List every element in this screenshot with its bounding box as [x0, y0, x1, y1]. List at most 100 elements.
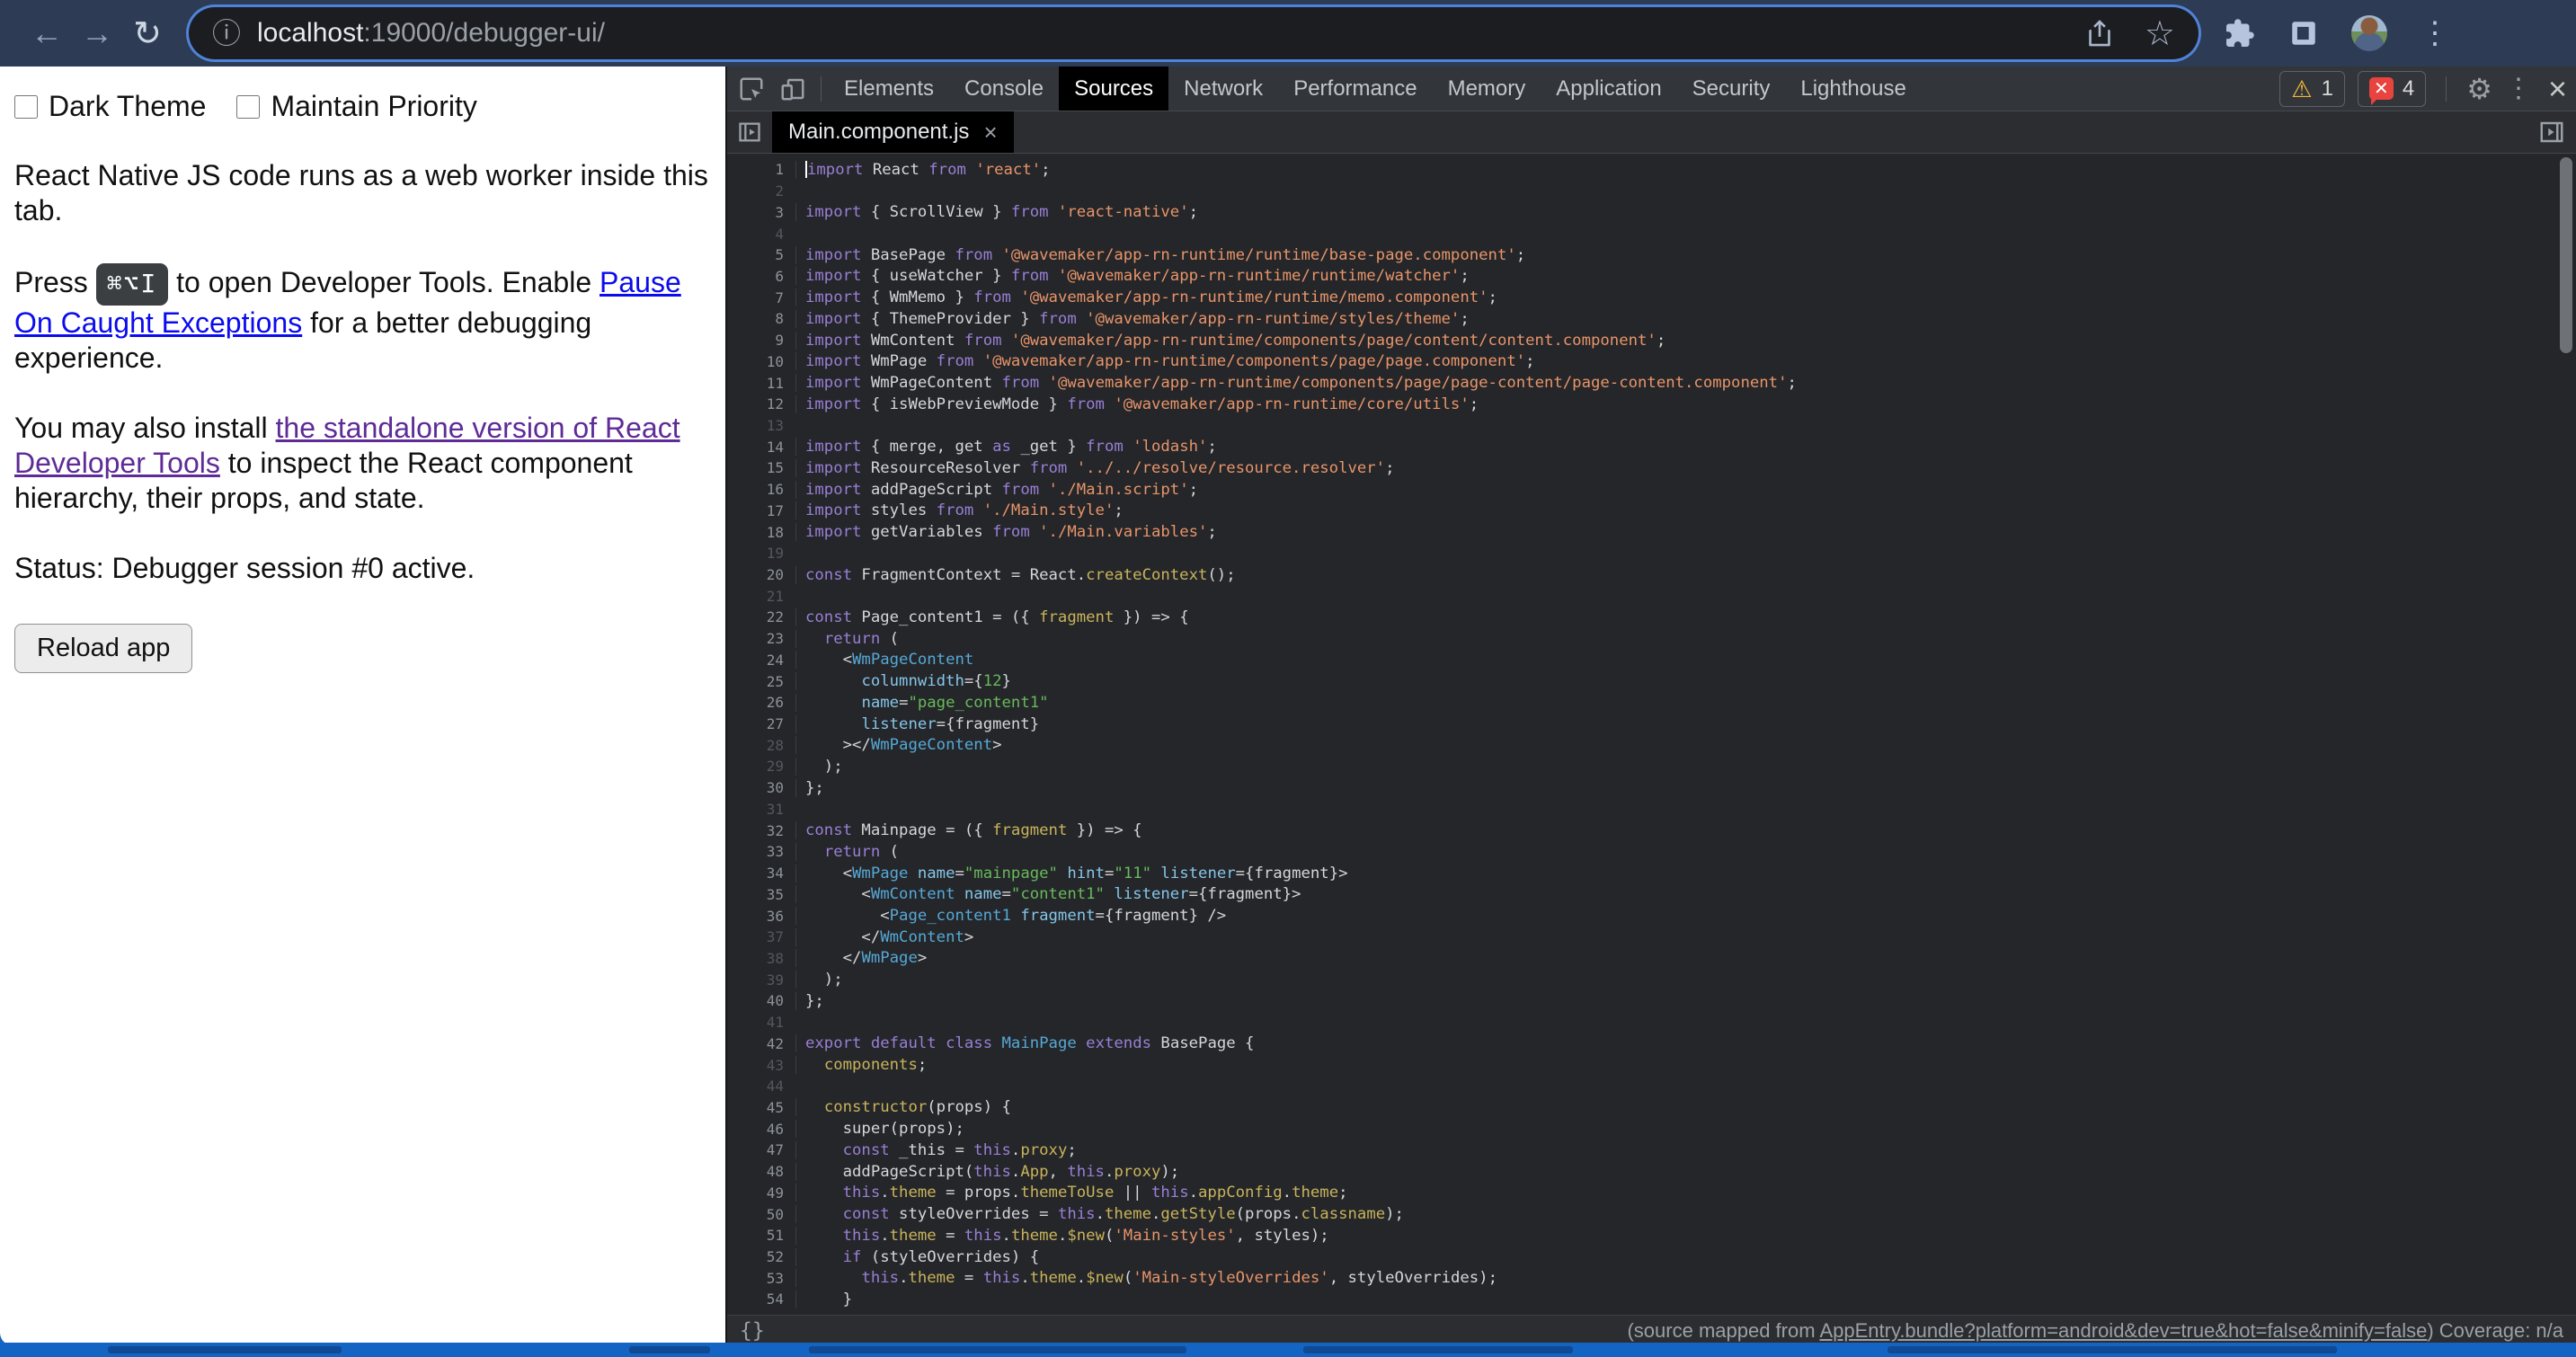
code-text[interactable]: <WmPageContent: [795, 651, 2576, 669]
code-text[interactable]: import { ThemeProvider } from '@wavemake…: [795, 310, 2576, 328]
line-number[interactable]: 18: [727, 524, 795, 541]
code-text[interactable]: import React from 'react';: [795, 161, 2576, 179]
line-number[interactable]: 53: [727, 1270, 795, 1287]
code-text[interactable]: return (: [795, 843, 2576, 861]
line-number[interactable]: 39: [727, 971, 795, 989]
line-number[interactable]: 33: [727, 843, 795, 860]
code-text[interactable]: import ResourceResolver from '../../reso…: [795, 459, 2576, 477]
line-number[interactable]: 10: [727, 353, 795, 370]
code-text[interactable]: };: [795, 992, 2576, 1010]
line-number[interactable]: 4: [727, 226, 795, 243]
code-text[interactable]: const Page_content1 = ({ fragment }) => …: [795, 608, 2576, 626]
back-icon[interactable]: ←: [22, 8, 72, 58]
maintain-priority-checkbox[interactable]: [236, 95, 260, 119]
line-number[interactable]: 5: [727, 246, 795, 263]
line-number[interactable]: 48: [727, 1163, 795, 1180]
code-text[interactable]: };: [795, 779, 2576, 797]
side-panel-icon[interactable]: [2288, 18, 2319, 49]
code-text[interactable]: import { ScrollView } from 'react-native…: [795, 203, 2576, 221]
line-number[interactable]: 12: [727, 395, 795, 412]
line-number[interactable]: 50: [727, 1206, 795, 1223]
line-number[interactable]: 31: [727, 801, 795, 818]
code-text[interactable]: if (styleOverrides) {: [795, 1248, 2576, 1266]
code-editor[interactable]: 1import React from 'react';23import { Sc…: [727, 154, 2576, 1315]
devtools-tab-performance[interactable]: Performance: [1278, 67, 1432, 111]
code-text[interactable]: listener={fragment}: [795, 715, 2576, 733]
code-text[interactable]: return (: [795, 630, 2576, 648]
devtools-menu-icon[interactable]: ⋮: [2505, 73, 2532, 104]
line-number[interactable]: 25: [727, 673, 795, 690]
line-number[interactable]: 27: [727, 715, 795, 732]
line-number[interactable]: 22: [727, 608, 795, 625]
code-text[interactable]: );: [795, 971, 2576, 989]
devtools-tab-elements[interactable]: Elements: [829, 67, 949, 111]
line-number[interactable]: 52: [727, 1248, 795, 1265]
code-text[interactable]: import WmContent from '@wavemaker/app-rn…: [795, 332, 2576, 350]
code-text[interactable]: <Page_content1 fragment={fragment} />: [795, 907, 2576, 925]
line-number[interactable]: 51: [727, 1227, 795, 1244]
reload-icon[interactable]: ↻: [122, 8, 173, 58]
line-number[interactable]: 35: [727, 886, 795, 903]
bookmark-star-icon[interactable]: ☆: [2145, 13, 2175, 54]
line-number[interactable]: 30: [727, 779, 795, 796]
devtools-tab-application[interactable]: Application: [1541, 67, 1676, 111]
line-number[interactable]: 14: [727, 439, 795, 456]
line-number[interactable]: 45: [727, 1099, 795, 1116]
line-number[interactable]: 16: [727, 481, 795, 498]
line-number[interactable]: 24: [727, 652, 795, 669]
line-number[interactable]: 26: [727, 694, 795, 711]
code-text[interactable]: super(props);: [795, 1120, 2576, 1138]
browser-menu-icon[interactable]: ⋮: [2420, 15, 2450, 51]
line-number[interactable]: 37: [727, 928, 795, 945]
code-text[interactable]: import { merge, get as _get } from 'loda…: [795, 438, 2576, 456]
pretty-print-icon[interactable]: {}: [740, 1319, 765, 1343]
code-text[interactable]: const styleOverrides = this.theme.getSty…: [795, 1205, 2576, 1223]
site-info-icon[interactable]: ⓘ: [212, 19, 241, 48]
code-text[interactable]: const _this = this.proxy;: [795, 1141, 2576, 1159]
code-text[interactable]: </WmContent>: [795, 928, 2576, 946]
devtools-tab-memory[interactable]: Memory: [1433, 67, 1541, 111]
code-text[interactable]: <WmPage name="mainpage" hint="11" listen…: [795, 865, 2576, 882]
devtools-tab-sources[interactable]: Sources: [1059, 67, 1168, 111]
code-text[interactable]: ></WmPageContent>: [795, 736, 2576, 754]
devtools-tab-network[interactable]: Network: [1168, 67, 1278, 111]
line-number[interactable]: 19: [727, 545, 795, 562]
file-tab-close-icon[interactable]: ×: [983, 119, 997, 146]
line-number[interactable]: 23: [727, 630, 795, 647]
code-text[interactable]: columnwidth={12}: [795, 672, 2576, 690]
line-number[interactable]: 41: [727, 1014, 795, 1031]
line-number[interactable]: 38: [727, 950, 795, 967]
devtools-close-icon[interactable]: ×: [2548, 70, 2567, 108]
line-number[interactable]: 34: [727, 865, 795, 882]
dark-theme-checkbox[interactable]: [14, 95, 38, 119]
code-text[interactable]: this.theme = props.themeToUse || this.ap…: [795, 1184, 2576, 1202]
code-text[interactable]: components;: [795, 1056, 2576, 1074]
line-number[interactable]: 15: [727, 459, 795, 476]
line-number[interactable]: 6: [727, 268, 795, 285]
line-number[interactable]: 9: [727, 332, 795, 349]
debugger-sidebar-toggle-icon[interactable]: [2538, 111, 2576, 153]
code-text[interactable]: import getVariables from './Main.variabl…: [795, 523, 2576, 541]
devtools-tab-lighthouse[interactable]: Lighthouse: [1785, 67, 1921, 111]
line-number[interactable]: 54: [727, 1290, 795, 1308]
line-number[interactable]: 32: [727, 822, 795, 839]
code-text[interactable]: import { isWebPreviewMode } from '@wavem…: [795, 395, 2576, 413]
dark-theme-label[interactable]: Dark Theme: [49, 90, 206, 123]
editor-scrollbar[interactable]: [2560, 157, 2572, 353]
line-number[interactable]: 13: [727, 417, 795, 434]
code-text[interactable]: import BasePage from '@wavemaker/app-rn-…: [795, 246, 2576, 264]
code-text[interactable]: }: [795, 1290, 2576, 1308]
maintain-priority-label[interactable]: Maintain Priority: [271, 90, 476, 123]
line-number[interactable]: 21: [727, 588, 795, 605]
code-text[interactable]: this.theme = this.theme.$new('Main-style…: [795, 1227, 2576, 1245]
code-text[interactable]: this.theme = this.theme.$new('Main-style…: [795, 1269, 2576, 1287]
code-text[interactable]: import styles from './Main.style';: [795, 501, 2576, 519]
devtools-tab-console[interactable]: Console: [949, 67, 1059, 111]
warnings-badge[interactable]: ⚠ 1: [2279, 71, 2345, 107]
line-number[interactable]: 40: [727, 992, 795, 1009]
url-text[interactable]: localhost:19000/debugger-ui/: [257, 18, 2055, 49]
code-text[interactable]: import { useWatcher } from '@wavemaker/a…: [795, 267, 2576, 285]
code-text[interactable]: addPageScript(this.App, this.proxy);: [795, 1163, 2576, 1181]
file-tab-main-component[interactable]: Main.component.js ×: [772, 111, 1014, 153]
devtools-tab-security[interactable]: Security: [1677, 67, 1786, 111]
